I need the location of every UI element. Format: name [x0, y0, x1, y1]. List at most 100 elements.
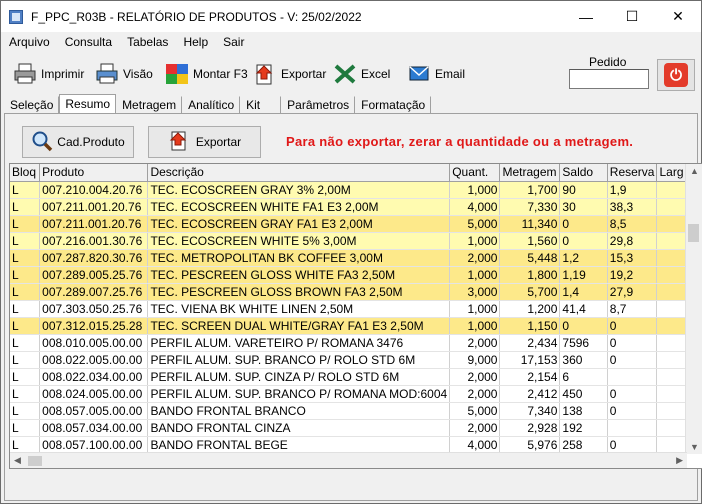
- cell-reserva[interactable]: 0: [607, 402, 658, 420]
- cell-descricao[interactable]: PERFIL ALUM. SUP. BRANCO P/ ROLO STD 6M: [147, 351, 451, 369]
- excel-button[interactable]: Excel: [333, 60, 390, 88]
- cell-metragem[interactable]: 5,976: [499, 436, 561, 454]
- cell-reserva[interactable]: 29,8: [607, 232, 658, 250]
- cell-larg[interactable]: [656, 283, 687, 301]
- menu-arquivo[interactable]: Arquivo: [1, 35, 57, 49]
- cell-larg[interactable]: [656, 368, 687, 386]
- cell-produto[interactable]: 008.057.100.00.00: [39, 436, 149, 454]
- cell-quant[interactable]: 9,000: [449, 351, 501, 369]
- cell-bloq[interactable]: L: [10, 198, 41, 216]
- col-header-bloq[interactable]: Bloq: [10, 164, 41, 182]
- cell-quant[interactable]: 2,000: [449, 368, 501, 386]
- cell-reserva[interactable]: 27,9: [607, 283, 658, 301]
- cell-metragem[interactable]: 1,150: [499, 317, 561, 335]
- col-header-saldo[interactable]: Saldo: [559, 164, 608, 182]
- cell-quant[interactable]: 1,000: [449, 300, 501, 318]
- table-row[interactable]: L 007.211.001.20.76 TEC. ECOSCREEN WHITE F…: [10, 198, 687, 216]
- cell-saldo[interactable]: 450: [559, 385, 608, 403]
- cell-metragem[interactable]: 1,700: [499, 181, 561, 199]
- cell-metragem[interactable]: 1,200: [499, 300, 561, 318]
- cell-reserva[interactable]: 1,9: [607, 181, 658, 199]
- tab-selecao[interactable]: Seleção: [4, 96, 60, 114]
- cad-produto-button[interactable]: Cad.Produto: [22, 126, 134, 158]
- menu-sair[interactable]: Sair: [215, 35, 251, 49]
- cell-bloq[interactable]: L: [10, 385, 41, 403]
- cell-bloq[interactable]: L: [10, 181, 41, 199]
- cell-quant[interactable]: 2,000: [449, 334, 501, 352]
- cell-produto[interactable]: 008.024.005.00.00: [39, 385, 149, 403]
- cell-saldo[interactable]: 0: [559, 232, 608, 250]
- visao-button[interactable]: Visão: [95, 60, 153, 88]
- cell-metragem[interactable]: 2,434: [499, 334, 561, 352]
- cell-saldo[interactable]: 30: [559, 198, 608, 216]
- cell-metragem[interactable]: 5,448: [499, 249, 561, 267]
- table-row[interactable]: L 007.289.007.25.76 TEC. PESCREEN GLOSS BR…: [10, 283, 687, 301]
- scroll-up-icon[interactable]: ▲: [690, 166, 699, 176]
- exportar-button[interactable]: Exportar: [253, 60, 326, 88]
- horizontal-scrollbar[interactable]: ◀ ▶: [10, 452, 687, 468]
- cell-bloq[interactable]: L: [10, 300, 41, 318]
- cell-descricao[interactable]: PERFIL ALUM. VARETEIRO P/ ROMANA 3476: [147, 334, 451, 352]
- cell-bloq[interactable]: L: [10, 266, 41, 284]
- scroll-right-icon[interactable]: ▶: [676, 455, 683, 466]
- panel-exportar-button[interactable]: Exportar: [148, 126, 261, 158]
- cell-produto[interactable]: 008.022.005.00.00: [39, 351, 149, 369]
- cell-metragem[interactable]: 1,560: [499, 232, 561, 250]
- cell-produto[interactable]: 008.057.034.00.00: [39, 419, 149, 437]
- cell-reserva[interactable]: [607, 419, 658, 437]
- cell-descricao[interactable]: PERFIL ALUM. SUP. BRANCO P/ ROMANA MOD:6…: [147, 385, 451, 403]
- cell-reserva[interactable]: [607, 368, 658, 386]
- cell-produto[interactable]: 007.287.820.30.76: [39, 249, 149, 267]
- horizontal-scroll-thumb[interactable]: [28, 456, 42, 466]
- table-row[interactable]: L 007.303.050.25.76 TEC. VIENA BK WHITE LI…: [10, 300, 687, 318]
- cell-metragem[interactable]: 11,340: [499, 215, 561, 233]
- cell-metragem[interactable]: 7,340: [499, 402, 561, 420]
- col-header-metragem[interactable]: Metragem: [499, 164, 561, 182]
- cell-quant[interactable]: 2,000: [449, 385, 501, 403]
- cell-reserva[interactable]: 0: [607, 351, 658, 369]
- cell-bloq[interactable]: L: [10, 368, 41, 386]
- cell-descricao[interactable]: TEC. ECOSCREEN WHITE FA1 E3 2,00M: [147, 198, 451, 216]
- cell-metragem[interactable]: 17,153: [499, 351, 561, 369]
- menu-consulta[interactable]: Consulta: [57, 35, 119, 49]
- tab-kit[interactable]: Kit: [240, 96, 282, 114]
- cell-quant[interactable]: 2,000: [449, 419, 501, 437]
- cell-produto[interactable]: 007.211.001.20.76: [39, 198, 149, 216]
- cell-reserva[interactable]: 15,3: [607, 249, 658, 267]
- col-header-reserva[interactable]: Reserva: [607, 164, 658, 182]
- col-header-descricao[interactable]: Descrição: [147, 164, 451, 182]
- table-row[interactable]: L 007.287.820.30.76 TEC. METROPOLITAN BK C…: [10, 249, 687, 267]
- cell-larg[interactable]: [656, 317, 687, 335]
- cell-quant[interactable]: 2,000: [449, 249, 501, 267]
- cell-bloq[interactable]: L: [10, 215, 41, 233]
- cell-produto[interactable]: 008.057.005.00.00: [39, 402, 149, 420]
- cell-descricao[interactable]: TEC. ECOSCREEN GRAY FA1 E3 2,00M: [147, 215, 451, 233]
- table-row[interactable]: L 008.057.100.00.00 BANDO FRONTAL BEGE 4,00…: [10, 436, 687, 454]
- table-row[interactable]: L 007.210.004.20.76 TEC. ECOSCREEN GRAY 3%…: [10, 181, 687, 199]
- table-row[interactable]: L 008.057.034.00.00 BANDO FRONTAL CINZA 2,0…: [10, 419, 687, 437]
- email-button[interactable]: Email: [407, 60, 465, 88]
- cell-quant[interactable]: 1,000: [449, 266, 501, 284]
- cell-descricao[interactable]: BANDO FRONTAL CINZA: [147, 419, 451, 437]
- cell-saldo[interactable]: 192: [559, 419, 608, 437]
- cell-larg[interactable]: [656, 402, 687, 420]
- cell-larg[interactable]: [656, 215, 687, 233]
- cell-metragem[interactable]: 7,330: [499, 198, 561, 216]
- cell-saldo[interactable]: 138: [559, 402, 608, 420]
- cell-saldo[interactable]: 7596: [559, 334, 608, 352]
- cell-descricao[interactable]: BANDO FRONTAL BEGE: [147, 436, 451, 454]
- table-row[interactable]: L 007.289.005.25.76 TEC. PESCREEN GLOSS WH…: [10, 266, 687, 284]
- table-row[interactable]: L 008.022.005.00.00 PERFIL ALUM. SUP. BRAN…: [10, 351, 687, 369]
- table-row[interactable]: L 008.022.034.00.00 PERFIL ALUM. SUP. CINZ…: [10, 368, 687, 386]
- cell-quant[interactable]: 1,000: [449, 317, 501, 335]
- cell-saldo[interactable]: 0: [559, 317, 608, 335]
- cell-reserva[interactable]: 0: [607, 385, 658, 403]
- cell-metragem[interactable]: 1,800: [499, 266, 561, 284]
- cell-saldo[interactable]: 1,19: [559, 266, 608, 284]
- cell-bloq[interactable]: L: [10, 436, 41, 454]
- scroll-down-icon[interactable]: ▼: [690, 442, 699, 452]
- cell-quant[interactable]: 3,000: [449, 283, 501, 301]
- menu-help[interactable]: Help: [175, 35, 215, 49]
- minimize-button[interactable]: —: [563, 1, 609, 32]
- cell-larg[interactable]: [656, 266, 687, 284]
